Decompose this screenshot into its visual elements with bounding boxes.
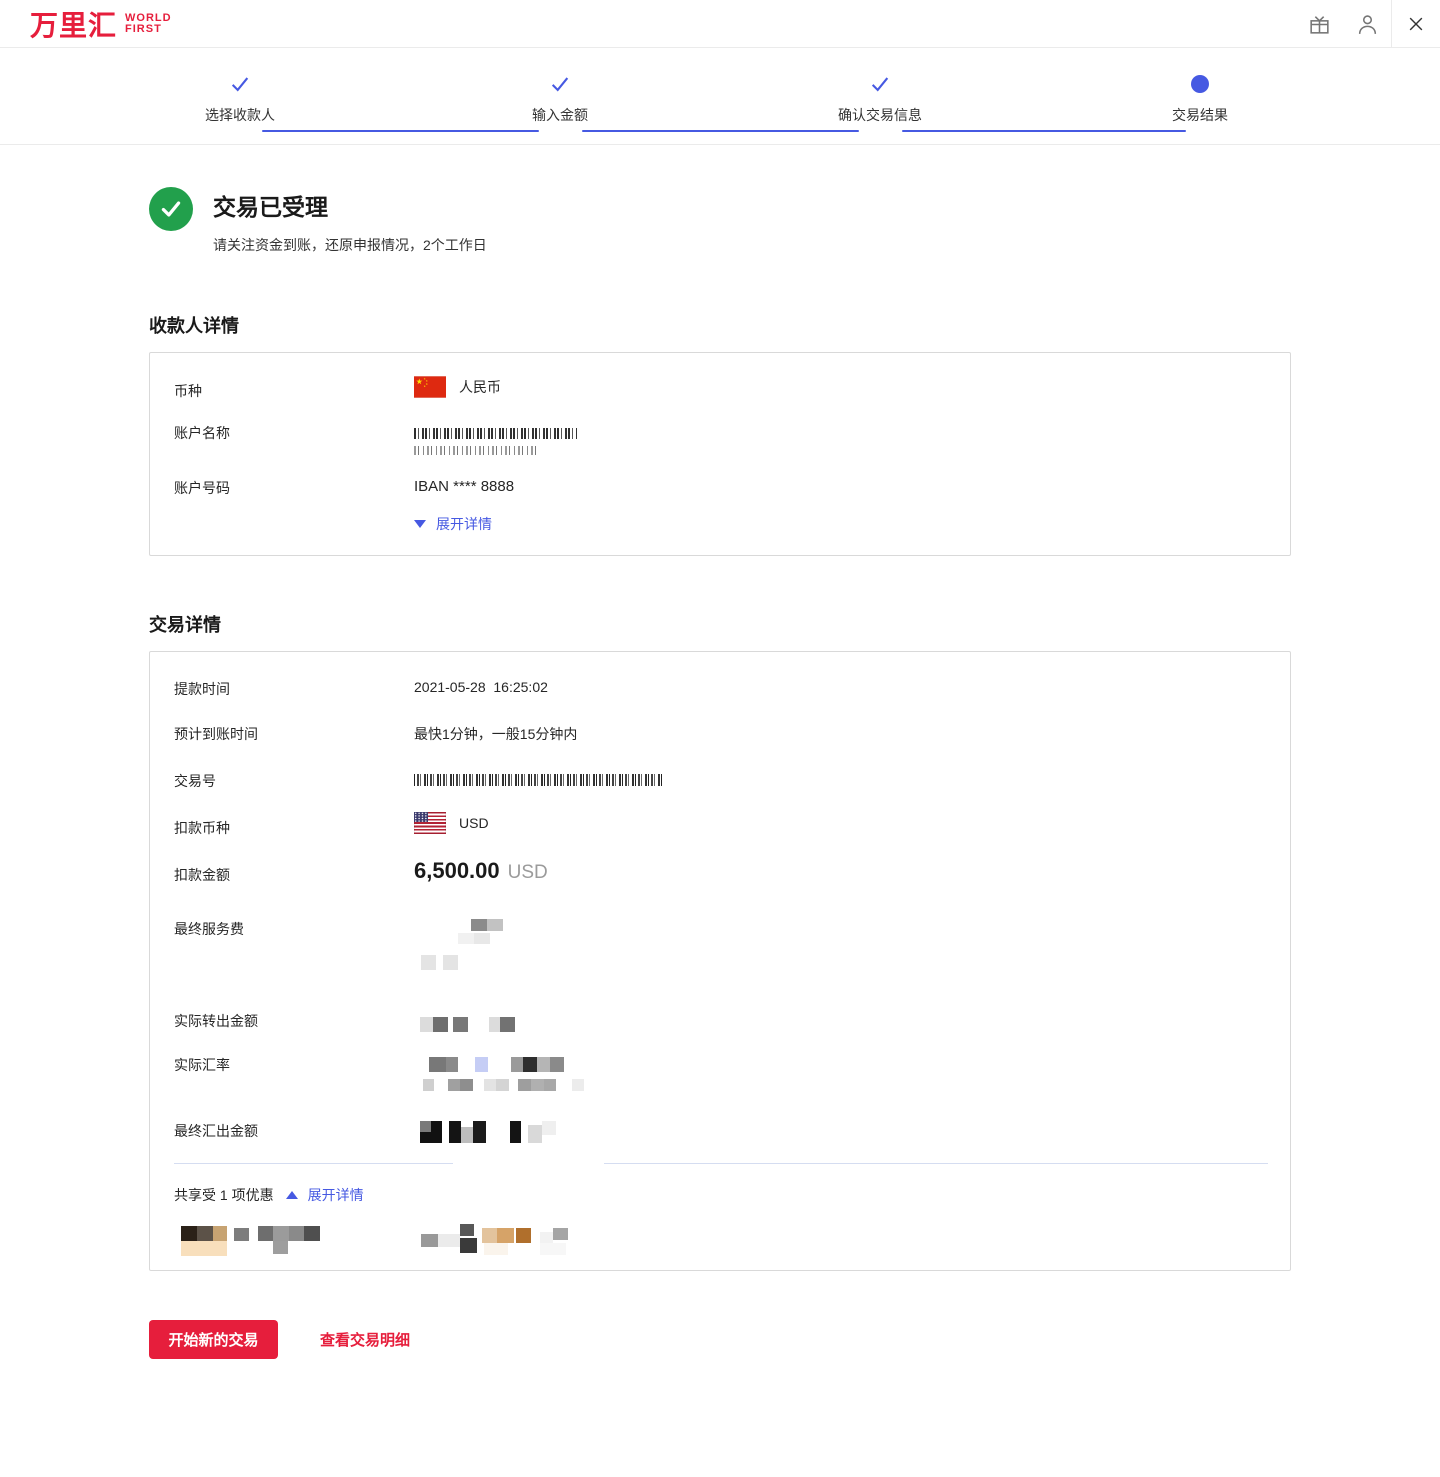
progress-stepper: 选择收款人 输入金额 确认交易信息 交易结果: [0, 48, 1440, 145]
withdraw-time-value: 2021-05-28 16:25:02: [414, 679, 548, 695]
transaction-details-card: 提款时间 2021-05-28 16:25:02 预计到账时间 最快1分钟，一般…: [149, 651, 1291, 1271]
account-number-value: IBAN **** 8888: [414, 478, 514, 495]
promo-expand-label: 展开详情: [308, 1185, 364, 1205]
actual-out-label: 实际转出金额: [174, 1011, 258, 1031]
view-transaction-detail-link[interactable]: 查看交易明细: [320, 1329, 410, 1350]
step-check-icon: [229, 73, 251, 95]
chevron-down-icon: [414, 520, 426, 528]
row-divider: [174, 1163, 453, 1164]
transaction-result-banner: 交易已受理 请关注资金到账，还原申报情况，2个工作日: [149, 187, 1291, 255]
stepper-connector: [262, 130, 539, 132]
eta-label: 预计到账时间: [174, 724, 258, 744]
cn-flag-icon: [414, 376, 446, 398]
step-label-enter-amount: 输入金额: [480, 105, 640, 125]
debit-amount-value: 6,500.00 USD: [414, 858, 548, 884]
close-icon[interactable]: [1392, 0, 1440, 48]
promo-text: 共享受 1 项优惠: [174, 1185, 274, 1205]
debit-currency-value: USD: [414, 812, 489, 834]
account-name-label: 账户名称: [174, 423, 230, 443]
action-buttons: 开始新的交易 查看交易明细: [149, 1320, 1291, 1475]
promo-details-redacted: [174, 1224, 1264, 1258]
gift-icon[interactable]: [1295, 0, 1343, 48]
step-check-icon: [549, 73, 571, 95]
expand-details-label: 展开详情: [436, 514, 492, 534]
app-header: 万里汇 WORLD FIRST: [0, 0, 1440, 48]
chevron-up-icon: [286, 1191, 298, 1199]
us-flag-icon: [414, 812, 446, 834]
transaction-number-redacted: [414, 773, 664, 789]
start-new-transaction-button[interactable]: 开始新的交易: [149, 1320, 278, 1359]
result-title: 交易已受理: [213, 188, 487, 222]
result-subtitle: 请关注资金到账，还原申报情况，2个工作日: [213, 235, 487, 255]
currency-name: 人民币: [459, 377, 501, 397]
recipient-section-title: 收款人详情: [149, 312, 1291, 338]
logo-cn-text: 万里汇: [30, 4, 117, 44]
final-amount-redacted: [414, 1119, 614, 1145]
currency-label: 币种: [174, 381, 202, 401]
debit-currency-label: 扣款币种: [174, 818, 230, 838]
worldfirst-logo: 万里汇 WORLD FIRST: [30, 4, 172, 44]
stepper-connector: [582, 130, 859, 132]
transaction-section-title: 交易详情: [149, 611, 1291, 637]
actual-rate-redacted: [414, 1057, 634, 1097]
final-amount-label: 最终汇出金额: [174, 1121, 258, 1141]
success-check-icon: [149, 187, 193, 231]
logo-en-text: WORLD FIRST: [125, 13, 172, 35]
step-label-select-payee: 选择收款人: [160, 105, 320, 125]
profile-icon[interactable]: [1343, 0, 1391, 48]
debit-amount-label: 扣款金额: [174, 865, 230, 885]
service-fee-redacted: [414, 917, 634, 1017]
step-current-dot-icon: [1191, 75, 1209, 93]
recipient-details-card: 币种 人民币 账户名称 账户号码: [149, 352, 1291, 556]
row-divider: [604, 1163, 1268, 1164]
step-check-icon: [869, 73, 891, 95]
account-number-label: 账户号码: [174, 478, 230, 498]
actual-out-redacted: [414, 1017, 614, 1037]
debit-currency-code: USD: [459, 815, 489, 831]
debit-amount-currency: USD: [508, 862, 548, 883]
recipient-expand-details-link[interactable]: 展开详情: [414, 514, 492, 534]
eta-value: 最快1分钟，一般15分钟内: [414, 724, 577, 744]
transaction-number-label: 交易号: [174, 771, 216, 791]
actual-rate-label: 实际汇率: [174, 1055, 230, 1075]
withdraw-time-label: 提款时间: [174, 679, 230, 699]
promo-expand-details-link[interactable]: 展开详情: [286, 1185, 364, 1205]
account-name-redacted: [414, 426, 577, 458]
service-fee-label: 最终服务费: [174, 919, 244, 939]
stepper-connector: [902, 130, 1186, 132]
debit-amount-number: 6,500.00: [414, 858, 500, 883]
currency-value: 人民币: [414, 376, 501, 398]
promo-row: 共享受 1 项优惠 展开详情: [174, 1185, 364, 1205]
step-label-result: 交易结果: [1120, 105, 1280, 125]
step-label-confirm-info: 确认交易信息: [800, 105, 960, 125]
